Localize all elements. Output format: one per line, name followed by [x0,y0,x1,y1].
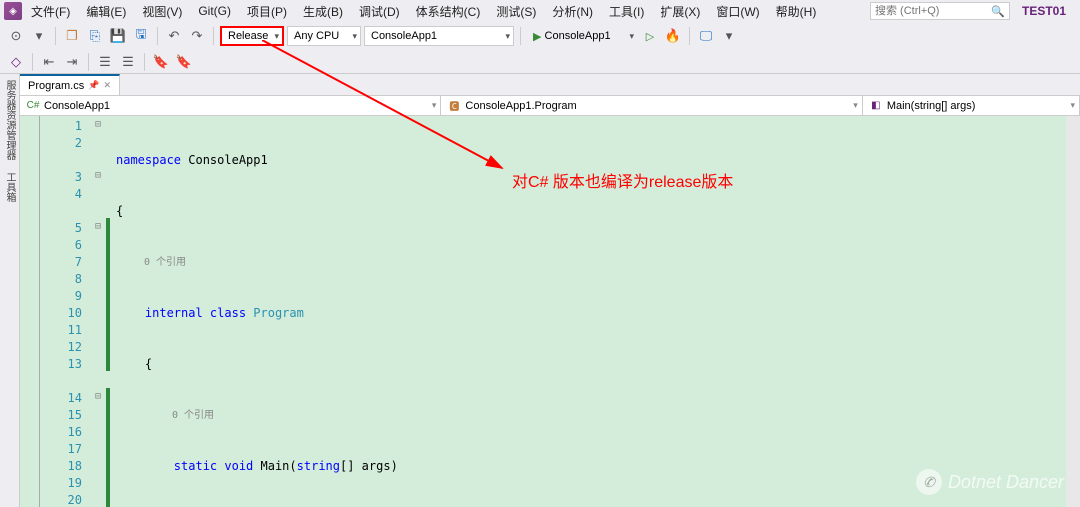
close-icon[interactable]: ✕ [103,80,111,91]
menu-bar: ◈ 文件(F) 编辑(E) 视图(V) Git(G) 项目(P) 生成(B) 调… [0,0,1080,22]
nav-forward-button[interactable]: ▾ [29,26,49,46]
nav-class-dropdown[interactable]: 🅲 ConsoleApp1.Program [441,96,862,115]
uncomment-button[interactable]: ☰ [118,52,138,72]
app-insights-button[interactable]: ◇ [6,52,26,72]
file-tab-label: Program.cs [28,80,84,92]
undo-button[interactable]: ↶ [164,26,184,46]
run-no-debug-button[interactable]: ▷ [640,26,660,46]
menu-window[interactable]: 窗口(W) [709,1,766,22]
vtab-server-explorer[interactable]: 服务器资源管理器 [0,74,19,166]
line-number-gutter: 123456789101112131415161718192021222324 [40,116,90,507]
separator [157,27,158,45]
save-button[interactable]: 💾 [108,26,128,46]
hot-reload-button[interactable]: 🔥 [663,26,683,46]
csharp-project-icon: C# [26,99,40,113]
separator [144,53,145,71]
main-area: 服务器资源管理器 工具箱 Program.cs 📌 ✕ C# ConsoleAp… [0,74,1080,507]
startup-project-dropdown[interactable]: ConsoleApp1 [364,26,514,46]
menu-edit[interactable]: 编辑(E) [79,1,133,22]
vertical-scrollbar[interactable] [1066,116,1080,507]
vs-logo-icon: ◈ [4,2,22,20]
code-text[interactable]: namespace ConsoleApp1 { 0 个引用 internal c… [110,116,1080,507]
indent-less-button[interactable]: ⇤ [39,52,59,72]
menu-tools[interactable]: 工具(I) [602,1,651,22]
run-button[interactable]: ▶ ConsoleApp1 [527,26,637,46]
menu-git[interactable]: Git(G) [191,2,238,20]
menu-view[interactable]: 视图(V) [135,1,189,22]
nav-project-dropdown[interactable]: C# ConsoleApp1 [20,96,441,115]
menu-test[interactable]: 测试(S) [489,1,543,22]
secondary-toolbar: ◇ ⇤ ⇥ ☰ ☰ 🔖 🔖 [0,50,1080,74]
dropdown-extra-button[interactable]: ▾ [719,26,739,46]
code-editor[interactable]: 123456789101112131415161718192021222324 … [20,116,1080,507]
solution-platform-dropdown[interactable]: Any CPU [287,26,361,46]
method-icon: ◧ [869,99,883,113]
nav-dropdown-bar: C# ConsoleApp1 🅲 ConsoleApp1.Program ◧ M… [20,96,1080,116]
search-icon: 🔍 [991,5,1005,18]
new-item-button[interactable]: ❐ [62,26,82,46]
indent-more-button[interactable]: ⇥ [62,52,82,72]
vertical-tab-well: 服务器资源管理器 工具箱 [0,74,20,507]
separator [520,27,521,45]
separator [689,27,690,45]
bookmark-next-button[interactable]: 🔖 [174,52,194,72]
menu-extensions[interactable]: 扩展(X) [653,1,707,22]
menu-build[interactable]: 生成(B) [296,1,350,22]
nav-back-button[interactable]: ⊙ [6,26,26,46]
file-tab-bar: Program.cs 📌 ✕ [20,74,1080,96]
search-input[interactable] [875,5,975,17]
vtab-toolbox[interactable]: 工具箱 [0,166,19,208]
class-icon: 🅲 [447,99,461,113]
separator [32,53,33,71]
bookmark-button[interactable]: 🔖 [151,52,171,72]
menu-architecture[interactable]: 体系结构(C) [409,1,488,22]
menu-debug[interactable]: 调试(D) [352,1,407,22]
breakpoint-margin[interactable] [20,116,40,507]
separator [213,27,214,45]
file-tab-program-cs[interactable]: Program.cs 📌 ✕ [20,74,120,95]
pin-icon[interactable]: 📌 [88,80,99,91]
separator [88,53,89,71]
menu-file[interactable]: 文件(F) [24,1,77,22]
editor-area: Program.cs 📌 ✕ C# ConsoleApp1 🅲 ConsoleA… [20,74,1080,507]
search-box[interactable]: 🔍 [870,2,1010,20]
fold-column[interactable]: ⊟⊟⊟⊟ [90,116,106,507]
solution-config-dropdown[interactable]: Release [220,26,284,46]
nav-method-dropdown[interactable]: ◧ Main(string[] args) [863,96,1080,115]
redo-button[interactable]: ↷ [187,26,207,46]
main-toolbar: ⊙ ▾ ❐ ⎘ 💾 🖫 ↶ ↷ Release Any CPU ConsoleA… [0,22,1080,50]
play-icon: ▶ [533,30,541,43]
user-badge[interactable]: TEST01 [1012,4,1076,18]
open-button[interactable]: ⎘ [85,26,105,46]
menu-analyze[interactable]: 分析(N) [545,1,600,22]
menu-help[interactable]: 帮助(H) [769,1,824,22]
menu-project[interactable]: 项目(P) [240,1,294,22]
save-all-button[interactable]: 🖫 [131,26,151,46]
comment-button[interactable]: ☰ [95,52,115,72]
separator [55,27,56,45]
browse-button[interactable]: 🖵 [696,26,716,46]
